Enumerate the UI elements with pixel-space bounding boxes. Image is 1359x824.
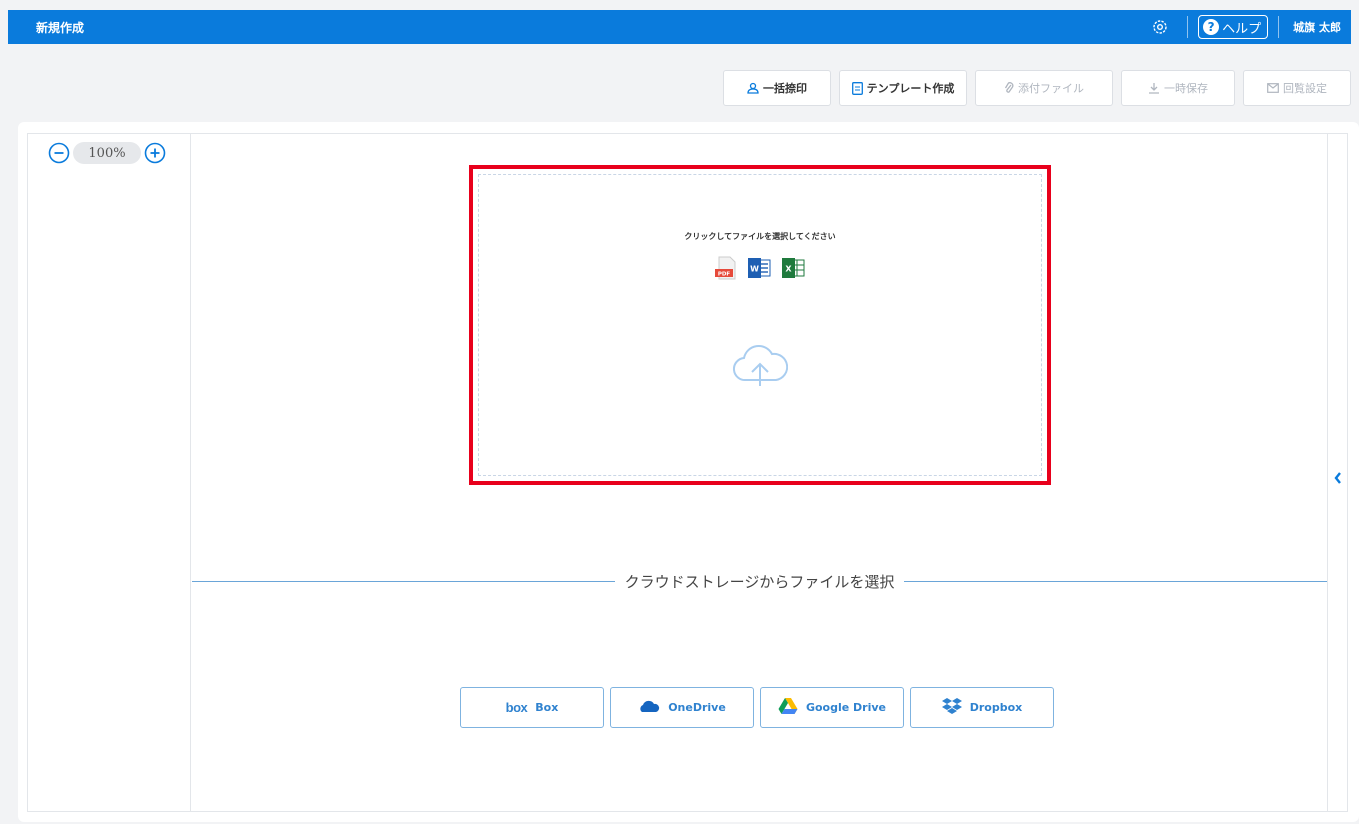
file-select-instruction: クリックしてファイルを選択してください <box>684 232 836 241</box>
divider-line <box>192 580 615 582</box>
page-thumbnail-column <box>27 133 191 812</box>
pdf-icon-text: PDF <box>718 272 731 278</box>
person-icon <box>747 82 759 94</box>
box-label: Box <box>535 701 559 714</box>
temp-save-button[interactable]: 一時保存 <box>1121 70 1235 106</box>
box-button[interactable]: box Box <box>460 687 604 728</box>
bulk-stamp-button[interactable]: 一括捺印 <box>723 70 831 106</box>
help-label: ヘルプ <box>1222 21 1262 37</box>
mail-icon <box>1267 83 1279 93</box>
document-toolbar: 一括捺印 テンプレート作成 添付ファイル 一時保存 回覧設定 <box>723 70 1351 106</box>
circulation-settings-button[interactable]: 回覧設定 <box>1243 70 1351 106</box>
gear-icon[interactable] <box>1149 16 1171 38</box>
top-bar-actions: ? ヘルプ 城旗 太郎 <box>1149 10 1351 44</box>
zoom-out-icon[interactable] <box>47 141 71 165</box>
onedrive-button[interactable]: OneDrive <box>610 687 754 728</box>
supported-file-types: PDF W X <box>715 256 805 284</box>
divider-line <box>904 580 1328 582</box>
paperclip-icon <box>1004 82 1014 94</box>
zoom-level: 100% <box>73 142 141 164</box>
page-title: 新規作成 <box>36 20 85 35</box>
template-create-label: テンプレート作成 <box>866 82 955 95</box>
attach-file-button[interactable]: 添付ファイル <box>975 70 1113 106</box>
google-drive-button[interactable]: Google Drive <box>760 687 904 728</box>
top-bar: 新規作成 ? ヘルプ 城旗 太郎 <box>8 10 1351 44</box>
dropbox-label: Dropbox <box>969 701 1023 714</box>
bulk-stamp-label: 一括捺印 <box>763 82 807 95</box>
user-name[interactable]: 城旗 太郎 <box>1293 19 1341 35</box>
zoom-in-icon[interactable] <box>143 141 167 165</box>
cloud-storage-buttons: box Box OneDrive Google Drive Dropbox <box>460 687 1054 728</box>
google-drive-icon <box>778 697 798 718</box>
file-drop-zone-highlight: クリックしてファイルを選択してください PDF W X <box>469 165 1051 485</box>
google-drive-label: Google Drive <box>805 701 887 714</box>
onedrive-cloud-icon <box>638 699 660 716</box>
question-icon: ? <box>1203 19 1220 35</box>
onedrive-label: OneDrive <box>668 701 726 714</box>
dropbox-button[interactable]: Dropbox <box>910 687 1054 728</box>
excel-icon: X <box>781 256 805 284</box>
cloud-storage-divider: クラウドストレージからファイルを選択 <box>192 568 1328 594</box>
dropbox-icon <box>941 697 962 718</box>
cloud-upload-icon <box>732 342 789 394</box>
pdf-icon: PDF <box>715 256 737 284</box>
download-icon <box>1148 82 1160 94</box>
word-icon-text: W <box>750 265 759 274</box>
divider <box>1278 16 1280 38</box>
chevron-left-icon[interactable] <box>1333 470 1343 489</box>
box-logo-icon: box <box>505 700 528 715</box>
divider <box>1187 16 1189 38</box>
cloud-storage-heading: クラウドストレージからファイルを選択 <box>624 572 895 591</box>
attach-file-label: 添付ファイル <box>1018 82 1084 95</box>
circulation-settings-label: 回覧設定 <box>1283 82 1327 95</box>
word-icon: W <box>747 256 771 284</box>
temp-save-label: 一時保存 <box>1164 82 1208 95</box>
help-button[interactable]: ? ヘルプ <box>1198 15 1269 39</box>
excel-icon-text: X <box>785 265 792 274</box>
template-create-button[interactable]: テンプレート作成 <box>839 70 967 106</box>
file-select-area[interactable]: クリックしてファイルを選択してください PDF W X <box>478 174 1042 476</box>
zoom-control: 100% <box>47 141 167 165</box>
document-icon <box>851 81 863 95</box>
